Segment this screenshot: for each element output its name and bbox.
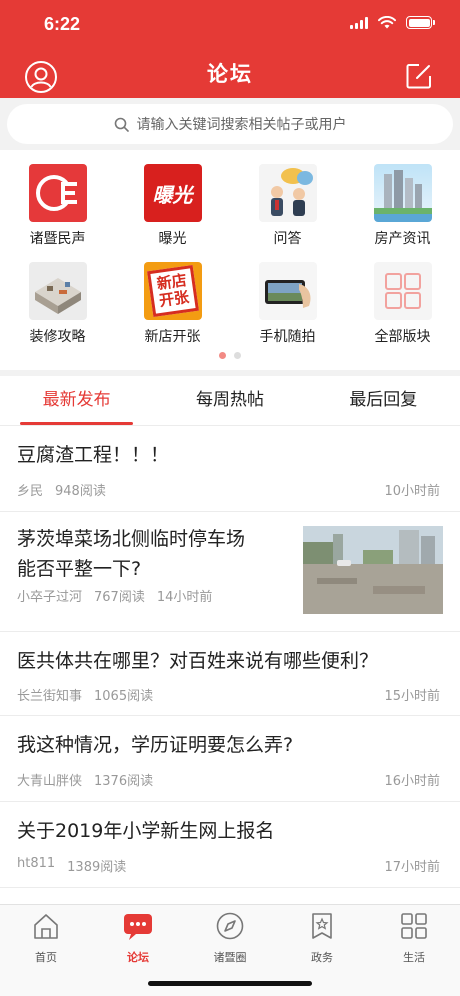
post-item[interactable]: 豆腐渣工程！！！ 乡民 948阅读 10小时前 xyxy=(0,426,460,512)
post-title: 我这种情况，学历证明要怎么弄? xyxy=(17,734,294,756)
post-views: 1376阅读 xyxy=(94,774,154,789)
category-qa[interactable]: 问答 xyxy=(230,150,345,247)
post-time: 10小时前 xyxy=(384,484,440,499)
decoration-icon xyxy=(28,262,87,320)
category-label: 手机随拍 xyxy=(259,329,316,345)
tabbar-gov[interactable]: 政务 xyxy=(276,911,368,965)
post-views: 1065阅读 xyxy=(94,689,154,704)
post-item[interactable]: 医共体共在哪里？对百姓来说有哪些便利？ 长兰街知事 1065阅读 15小时前 xyxy=(0,632,460,716)
tabbar-home[interactable]: 首页 xyxy=(0,911,92,965)
post-author: 长兰街知事 xyxy=(17,689,83,704)
post-title: 茅茨埠菜场北侧临时停车场 能否平整一下? xyxy=(17,524,245,584)
category-zhuji-voice[interactable]: 诸暨民声 xyxy=(0,150,115,247)
compose-post-icon[interactable] xyxy=(405,62,433,90)
home-indicator[interactable] xyxy=(148,981,312,986)
tabbar-label: 论坛 xyxy=(127,951,149,964)
tab-last-reply[interactable]: 最后回复 xyxy=(307,376,460,425)
post-item[interactable]: 茅茨埠菜场北侧临时停车场 能否平整一下? 小卒子过河 767阅读 14小时前 xyxy=(0,512,460,632)
tabbar-circle[interactable]: 诸暨圈 xyxy=(184,911,276,965)
search-input[interactable]: 请输入关键词搜索相关帖子或用户 xyxy=(7,104,453,144)
post-thumbnail[interactable] xyxy=(303,526,443,614)
post-meta: 小卒子过河 767阅读 14小时前 xyxy=(17,586,212,605)
post-author: 乡民 xyxy=(17,484,44,499)
tabbar-label: 政务 xyxy=(311,951,333,964)
category-label: 曝光 xyxy=(158,231,187,247)
compass-icon xyxy=(216,912,244,940)
battery-icon xyxy=(406,16,435,29)
category-exposure[interactable]: 曝光 曝光 xyxy=(115,150,230,247)
post-time: 16小时前 xyxy=(384,774,440,789)
category-all-sections[interactable]: 全部版块 xyxy=(345,248,460,345)
qa-icon xyxy=(258,164,317,222)
app-header: 6:22 论坛 xyxy=(0,0,460,98)
category-grid: 诸暨民声 曝光 曝光 问答 房产资讯 装修攻略 新店开张 新店开张 手机随拍 全… xyxy=(0,150,460,370)
category-label: 诸暨民声 xyxy=(29,231,86,247)
tabbar-forum[interactable]: 论坛 xyxy=(92,911,184,965)
search-icon xyxy=(114,117,129,132)
category-label: 房产资讯 xyxy=(374,231,431,247)
grid-icon xyxy=(401,913,427,939)
post-meta: ht811 1389阅读 xyxy=(17,856,126,875)
category-label: 全部版块 xyxy=(374,329,431,345)
post-title: 关于2019年小学新生网上报名 xyxy=(17,820,275,842)
status-time: 6:22 xyxy=(44,14,81,34)
category-real-estate[interactable]: 房产资讯 xyxy=(345,150,460,247)
post-title-line: 能否平整一下? xyxy=(17,558,142,580)
page-indicator xyxy=(0,352,460,359)
signal-icon xyxy=(350,16,368,29)
post-author: 大青山胖侠 xyxy=(17,774,83,789)
exposure-icon: 曝光 xyxy=(143,164,202,222)
post-views: 948阅读 xyxy=(55,484,106,499)
post-meta: 乡民 948阅读 xyxy=(17,480,106,499)
post-author: ht811 xyxy=(17,856,56,871)
category-label: 新店开张 xyxy=(144,329,201,345)
post-views: 767阅读 xyxy=(94,590,145,605)
post-title-line: 茅茨埠菜场北侧临时停车场 xyxy=(17,528,246,550)
new-store-icon: 新店开张 xyxy=(143,262,202,320)
post-views: 1389阅读 xyxy=(67,860,127,875)
exposure-logo-text: 曝光 xyxy=(152,182,193,207)
tab-latest[interactable]: 最新发布 xyxy=(0,376,153,425)
post-time: 14小时前 xyxy=(156,590,213,605)
tabbar-life[interactable]: 生活 xyxy=(368,911,460,965)
status-icons xyxy=(350,16,435,29)
post-title: 医共体共在哪里？对百姓来说有哪些便利？ xyxy=(17,650,379,672)
phone-photo-icon xyxy=(258,262,317,320)
category-decoration[interactable]: 装修攻略 xyxy=(0,248,115,345)
category-label: 装修攻略 xyxy=(29,329,86,345)
home-icon xyxy=(34,914,58,939)
post-tabs: 最新发布 每周热帖 最后回复 xyxy=(0,376,460,426)
post-meta: 长兰街知事 1065阅读 xyxy=(17,685,153,704)
gov-icon xyxy=(312,913,332,939)
category-new-store[interactable]: 新店开张 新店开张 xyxy=(115,248,230,345)
real-estate-icon xyxy=(373,164,432,222)
tabbar-label: 生活 xyxy=(403,951,425,964)
tabbar-label: 诸暨圈 xyxy=(213,951,247,964)
forum-icon xyxy=(124,914,152,940)
all-sections-icon xyxy=(373,262,432,320)
new-store-logo-text: 新店开张 xyxy=(155,271,190,310)
search-area: 请输入关键词搜索相关帖子或用户 xyxy=(0,98,460,150)
wifi-icon xyxy=(378,16,396,29)
post-time: 15小时前 xyxy=(384,689,440,704)
category-phone-photo[interactable]: 手机随拍 xyxy=(230,248,345,345)
post-item[interactable]: 我这种情况，学历证明要怎么弄? 大青山胖侠 1376阅读 16小时前 xyxy=(0,716,460,802)
page-dot-active[interactable] xyxy=(219,352,226,359)
post-title: 豆腐渣工程！！！ xyxy=(17,444,170,466)
tabbar-label: 首页 xyxy=(35,951,57,964)
zhuji-voice-icon xyxy=(28,164,87,222)
tab-weekly-hot[interactable]: 每周热帖 xyxy=(153,376,306,425)
post-meta: 大青山胖侠 1376阅读 xyxy=(17,770,153,789)
post-time: 17小时前 xyxy=(384,860,440,875)
page-title: 论坛 xyxy=(207,62,253,86)
post-author: 小卒子过河 xyxy=(17,590,83,605)
page-dot[interactable] xyxy=(234,352,241,359)
category-label: 问答 xyxy=(273,231,302,247)
post-item[interactable]: 关于2019年小学新生网上报名 ht811 1389阅读 17小时前 xyxy=(0,802,460,888)
search-placeholder: 请输入关键词搜索相关帖子或用户 xyxy=(136,117,347,133)
